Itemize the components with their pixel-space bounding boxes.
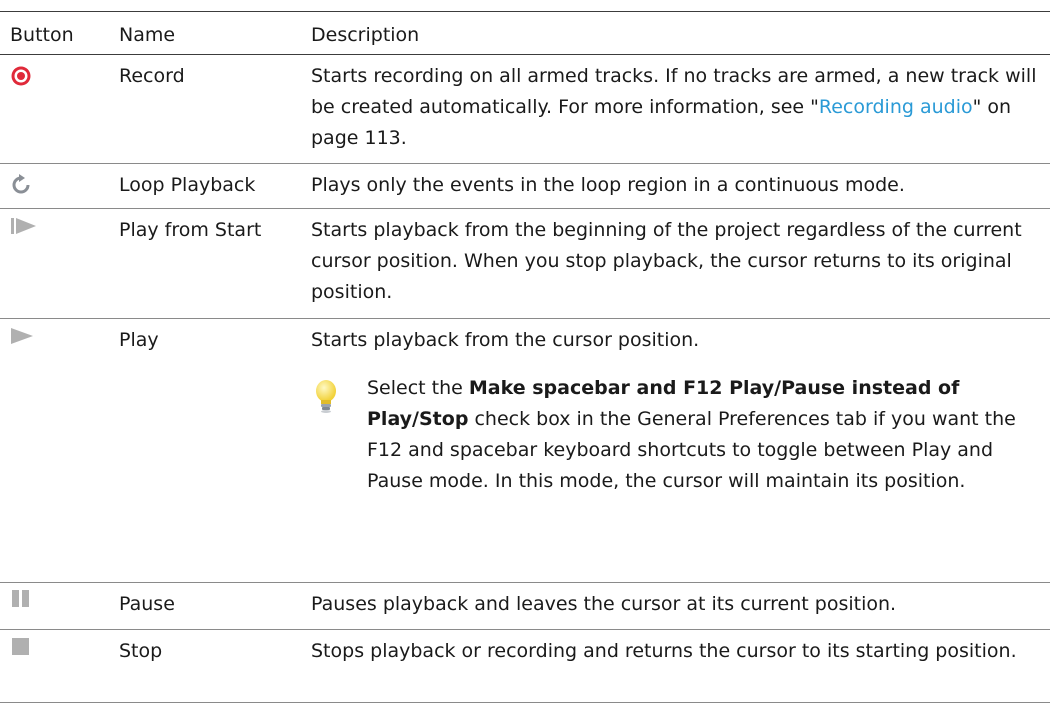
- table-row-play: Play Starts playback from the cursor pos…: [0, 319, 1050, 583]
- lightbulb-icon: [316, 380, 336, 413]
- table-row-stop: Stop Stops playback or recording and ret…: [0, 630, 1050, 703]
- header-description: Description: [311, 24, 420, 46]
- row-description: Starts playback from the beginning of th…: [311, 219, 1022, 303]
- table-header-row: Button Name Description: [0, 12, 1050, 55]
- row-name: Stop: [119, 640, 163, 662]
- row-name: Pause: [119, 593, 175, 615]
- record-icon: [11, 66, 31, 86]
- loop-icon: [12, 174, 30, 194]
- play-icon: [11, 328, 33, 344]
- row-name: Record: [119, 65, 185, 87]
- row-description: Stops playback or recording and returns …: [311, 640, 1017, 662]
- table-row-record: Record Starts recording on all armed tra…: [0, 55, 1050, 164]
- row-description: Pauses playback and leaves the cursor at…: [311, 593, 897, 615]
- tip-text: Select the Make spacebar and F12 Play/Pa…: [367, 377, 1016, 492]
- row-name: Play from Start: [119, 219, 262, 241]
- header-name: Name: [119, 24, 176, 46]
- table-row-play-from-start: Play from Start Starts playback from the…: [0, 209, 1050, 319]
- play-from-start-icon: [11, 218, 36, 234]
- stop-icon: [12, 638, 29, 655]
- row-description: Plays only the events in the loop region…: [311, 174, 905, 196]
- buttons-table: Button Name Description Record Starts re…: [0, 11, 1050, 703]
- row-name: Loop Playback: [119, 174, 256, 196]
- header-button: Button: [10, 24, 74, 46]
- table-row-loop-playback: Loop Playback Plays only the events in t…: [0, 164, 1050, 209]
- pause-icon: [12, 590, 29, 607]
- table-row-pause: Pause Pauses playback and leaves the cur…: [0, 583, 1050, 630]
- row-description: Starts playback from the cursor position…: [311, 329, 700, 351]
- row-description: Starts recording on all armed tracks. If…: [311, 65, 1037, 149]
- row-name: Play: [119, 329, 159, 351]
- recording-audio-link[interactable]: Recording audio: [819, 96, 973, 118]
